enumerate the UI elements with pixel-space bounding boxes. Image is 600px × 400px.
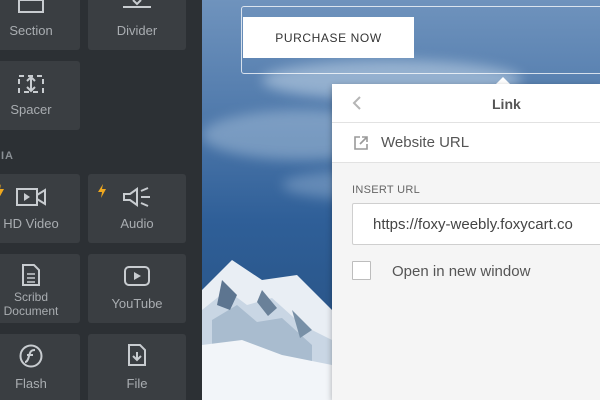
url-input[interactable] (352, 203, 600, 245)
link-type-label: Website URL (381, 134, 470, 151)
tile-spacer[interactable]: Spacer (0, 61, 80, 130)
file-icon (88, 344, 186, 366)
tile-flash[interactable]: Flash (0, 334, 80, 400)
tile-hd-video[interactable]: HD Video (0, 174, 80, 243)
divider-icon (88, 0, 186, 12)
spacer-icon (0, 74, 80, 94)
new-window-label: Open in new window (392, 263, 531, 280)
section-icon (0, 0, 80, 14)
tile-scribd-document[interactable]: Scribd Document (0, 254, 80, 323)
purchase-now-button[interactable]: PURCHASE NOW (243, 17, 414, 58)
tile-label: Flash (15, 376, 47, 391)
audio-icon (88, 187, 186, 207)
tile-label: Spacer (10, 102, 52, 117)
tile-label: Audio (120, 216, 154, 231)
media-section-heading: DIA (0, 150, 14, 162)
popover-title: Link (492, 96, 521, 112)
tile-label: Divider (116, 23, 158, 38)
youtube-icon (88, 266, 186, 286)
popover-arrow (496, 77, 510, 84)
link-type-row[interactable]: Website URL (332, 123, 600, 163)
popover-header: Link (332, 84, 600, 123)
tile-label: HD Video (3, 216, 59, 231)
document-icon (0, 264, 80, 286)
tile-youtube[interactable]: YouTube (88, 254, 186, 323)
video-icon (0, 188, 80, 206)
tile-label: Scribd Document (3, 290, 59, 318)
tile-divider[interactable]: Divider (88, 0, 186, 50)
external-link-icon (353, 135, 369, 156)
link-popover: Link Website URL INSERT URL Open in new … (332, 84, 600, 400)
tile-section[interactable]: Section (0, 0, 80, 50)
new-window-checkbox[interactable] (352, 261, 371, 280)
tile-file[interactable]: File (88, 334, 186, 400)
tile-label: YouTube (111, 296, 163, 311)
tile-audio[interactable]: Audio (88, 174, 186, 243)
element-sidebar: Section Divider Spacer DIA HD Video Aud (0, 0, 202, 400)
insert-url-label: INSERT URL (352, 184, 421, 196)
tile-label: File (126, 376, 148, 391)
tile-label: Section (9, 23, 53, 38)
flash-icon (0, 344, 80, 368)
back-chevron-icon[interactable] (352, 95, 362, 116)
